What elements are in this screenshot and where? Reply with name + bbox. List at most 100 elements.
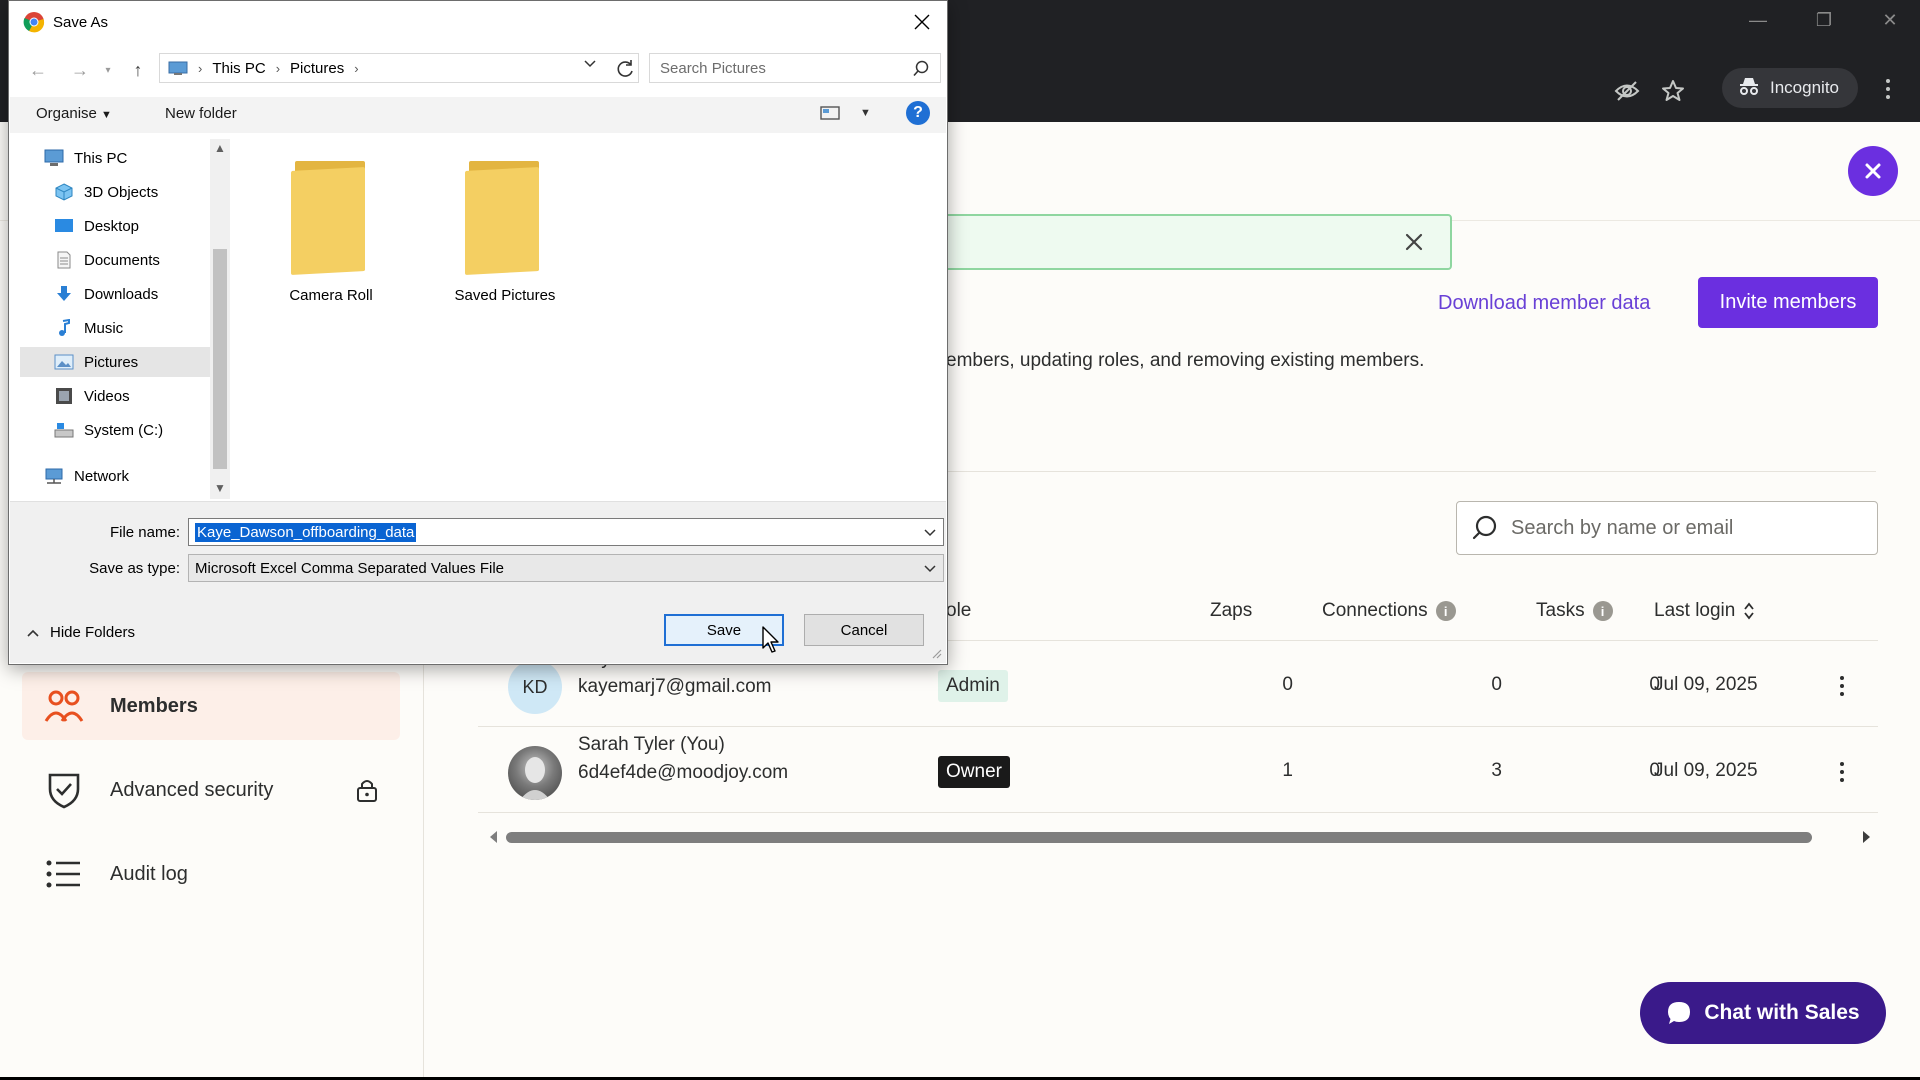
- scroll-up-icon[interactable]: ▲: [214, 141, 226, 155]
- role-badge[interactable]: Owner: [938, 756, 1010, 788]
- tree-item-system-c[interactable]: System (C:): [54, 415, 210, 445]
- row-menu-icon[interactable]: [1834, 758, 1850, 786]
- save-type-label: Save as type:: [89, 560, 180, 577]
- tree-item-this-pc[interactable]: This PC: [44, 143, 210, 173]
- download-arrow-icon: [57, 286, 71, 301]
- scroll-right-icon[interactable]: [1862, 830, 1872, 844]
- connections-count: 3: [1491, 760, 1502, 781]
- chevron-down-icon[interactable]: [923, 528, 937, 538]
- save-options-area: File name: Kaye_Dawson_offboarding_data …: [10, 501, 946, 663]
- back-button[interactable]: ←: [25, 57, 51, 83]
- restore-icon[interactable]: ❐: [1804, 10, 1844, 31]
- change-view-button[interactable]: ▼: [820, 105, 871, 121]
- forward-button[interactable]: →: [67, 57, 93, 83]
- hide-folders-button[interactable]: Hide Folders: [26, 624, 135, 641]
- tree-item-music[interactable]: Music: [54, 313, 210, 343]
- chat-with-sales-button[interactable]: Chat with Sales: [1640, 982, 1886, 1044]
- banner-close-icon[interactable]: [1404, 232, 1424, 252]
- tree-item-videos[interactable]: Videos: [54, 381, 210, 411]
- chrome-logo-icon: [23, 12, 45, 33]
- window-close-icon[interactable]: ✕: [1870, 10, 1910, 31]
- member-email: 6d4ef4de@moodjoy.com: [578, 762, 789, 783]
- refresh-icon[interactable]: [613, 57, 637, 81]
- file-list: Camera Roll Saved Pictures: [249, 151, 939, 491]
- sidebar-item-audit-log[interactable]: Audit log: [22, 840, 400, 908]
- resize-grip-icon[interactable]: [930, 647, 942, 659]
- table-horizontal-scrollbar[interactable]: [478, 826, 1878, 848]
- up-button[interactable]: ↑: [125, 57, 151, 83]
- download-member-data-link[interactable]: Download member data: [1438, 292, 1650, 315]
- incognito-icon: [1738, 76, 1760, 101]
- column-connections[interactable]: Connections i: [1322, 600, 1456, 622]
- members-icon: [44, 690, 84, 722]
- file-name-input[interactable]: Kaye_Dawson_offboarding_data: [188, 518, 944, 546]
- table-row: Sarah Tyler (You) 6d4ef4de@moodjoy.com O…: [478, 728, 1878, 812]
- scroll-left-icon[interactable]: [488, 830, 498, 844]
- folder-saved-pictures[interactable]: Saved Pictures: [435, 161, 575, 304]
- save-type-select[interactable]: Microsoft Excel Comma Separated Values F…: [188, 554, 944, 582]
- organise-button[interactable]: Organise ▼: [36, 105, 112, 122]
- column-last-login[interactable]: Last login: [1654, 600, 1755, 622]
- folder-camera-roll[interactable]: Camera Roll: [261, 161, 401, 304]
- role-badge[interactable]: Admin: [938, 670, 1008, 702]
- recent-locations-button[interactable]: ▾: [95, 57, 121, 83]
- navigation-pane-scrollbar[interactable]: ▲ ▼: [210, 139, 230, 499]
- view-options-icon: [820, 106, 840, 120]
- sidebar-item-advanced-security[interactable]: Advanced security: [22, 756, 400, 824]
- tree-item-network[interactable]: Network: [44, 461, 210, 491]
- browser-menu-icon[interactable]: [1878, 74, 1898, 104]
- mouse-cursor-icon: [762, 626, 779, 653]
- tree-item-pictures[interactable]: Pictures: [20, 347, 210, 377]
- tree-item-documents[interactable]: Documents: [54, 245, 210, 275]
- invite-members-button[interactable]: Invite members: [1698, 277, 1878, 328]
- drive-icon: [54, 423, 74, 438]
- avatar: KD: [508, 660, 562, 714]
- tree-item-3d-objects[interactable]: 3D Objects: [54, 177, 210, 207]
- scroll-down-icon[interactable]: ▼: [214, 481, 226, 495]
- incognito-badge[interactable]: Incognito: [1722, 68, 1858, 108]
- dialog-titlebar[interactable]: Save As: [23, 11, 108, 33]
- member-search-input[interactable]: [1511, 516, 1851, 540]
- member-search-box[interactable]: [1456, 501, 1878, 555]
- info-icon[interactable]: i: [1435, 601, 1456, 621]
- column-role[interactable]: ole: [946, 600, 971, 622]
- breadcrumb-separator: ›: [354, 60, 359, 76]
- dialog-search-box[interactable]: [649, 53, 941, 83]
- scrollbar-thumb[interactable]: [506, 832, 1812, 843]
- sidebar-item-members[interactable]: Members: [22, 672, 400, 740]
- chevron-down-icon[interactable]: [583, 59, 597, 69]
- help-icon[interactable]: ?: [906, 101, 930, 125]
- lock-icon: [357, 780, 377, 802]
- document-icon: [57, 251, 71, 269]
- chat-button-label: Chat with Sales: [1704, 1001, 1860, 1024]
- minimize-icon[interactable]: —: [1738, 10, 1778, 31]
- tree-item-desktop[interactable]: Desktop: [54, 211, 210, 241]
- close-page-button[interactable]: [1848, 146, 1898, 196]
- new-folder-button[interactable]: New folder: [165, 105, 237, 122]
- dialog-search-input[interactable]: [660, 59, 900, 77]
- breadcrumb-pictures[interactable]: Pictures: [290, 60, 344, 77]
- last-login-date: Jul 09, 2025: [1654, 760, 1758, 781]
- breadcrumb-separator: ›: [275, 60, 281, 76]
- eye-off-icon[interactable]: [1610, 74, 1644, 108]
- cancel-button[interactable]: Cancel: [804, 614, 924, 646]
- breadcrumb-this-pc[interactable]: This PC: [212, 60, 265, 77]
- tree-item-downloads[interactable]: Downloads: [54, 279, 210, 309]
- column-tasks[interactable]: Tasks i: [1536, 600, 1613, 622]
- search-icon: [913, 60, 929, 77]
- scrollbar-thumb[interactable]: [213, 249, 227, 469]
- info-icon[interactable]: i: [1592, 601, 1613, 621]
- sort-icon[interactable]: [1743, 602, 1755, 620]
- column-zaps[interactable]: Zaps: [1210, 600, 1252, 622]
- row-menu-icon[interactable]: [1834, 672, 1850, 700]
- folder-icon: [465, 161, 545, 275]
- folder-icon: [291, 161, 371, 275]
- address-bar[interactable]: › This PC › Pictures ›: [159, 53, 639, 83]
- music-note-icon: [59, 319, 70, 336]
- zaps-count: 1: [1282, 760, 1293, 781]
- bookmark-star-icon[interactable]: [1656, 74, 1690, 108]
- breadcrumb-separator: ›: [198, 60, 203, 76]
- chevron-down-icon[interactable]: [923, 564, 937, 574]
- dialog-close-button[interactable]: [907, 7, 937, 37]
- chat-bubble-icon: [1668, 1002, 1691, 1024]
